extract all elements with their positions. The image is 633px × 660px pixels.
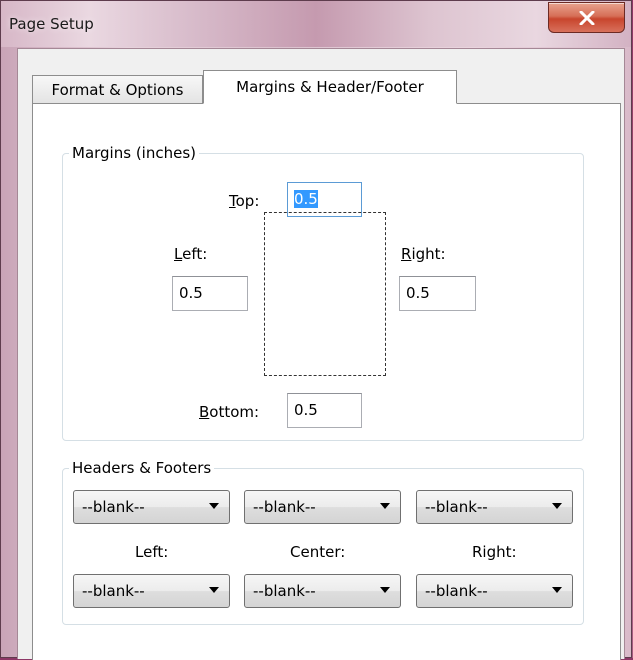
bottom-label-text: ottom: [209,403,260,421]
right-label-hotkey: R [401,245,412,263]
left-label-text: eft: [182,245,208,263]
top-label: Top: [229,192,259,210]
page-setup-dialog: Page Setup Format & Options Margins & He… [0,0,632,660]
bottom-label-hotkey: B [199,403,210,421]
chevron-down-icon [552,587,562,593]
column-label-center: Center: [290,543,346,561]
footer-center-select[interactable]: --blank-- [244,574,401,608]
chevron-down-icon [209,587,219,593]
chevron-down-icon [209,503,219,509]
left-label-hotkey: L [174,245,183,263]
margins-legend: Margins (inches) [72,144,196,162]
dialog-client-area: Format & Options Margins & Header/Footer… [17,48,625,660]
chevron-down-icon [552,503,562,509]
footer-right-value: --blank-- [425,582,488,600]
bottom-label: Bottom: [199,403,259,421]
close-button[interactable] [548,2,625,33]
right-label: Right: [401,245,446,263]
page-preview-outline [264,212,386,376]
title-bar[interactable]: Page Setup [1,1,631,47]
header-right-value: --blank-- [425,498,488,516]
top-margin-value: 0.5 [294,190,318,208]
tab-panel: Margins (inches) Top: 0.5 Left: 0.5 Righ… [32,103,621,660]
top-label-hotkey: T [229,192,236,210]
bottom-margin-input[interactable]: 0.5 [287,393,362,428]
tab-format-options[interactable]: Format & Options [32,75,203,103]
footer-left-value: --blank-- [82,582,145,600]
right-margin-value: 0.5 [406,284,430,302]
column-label-left: Left: [135,543,169,561]
headers-footers-legend: Headers & Footers [72,459,212,477]
right-label-text: ight: [411,245,446,263]
header-left-value: --blank-- [82,498,145,516]
chevron-down-icon [380,503,390,509]
window-title: Page Setup [9,15,94,33]
left-margin-input[interactable]: 0.5 [172,276,248,311]
close-x-icon [579,10,594,25]
header-left-select[interactable]: --blank-- [73,490,230,524]
left-margin-value: 0.5 [179,284,203,302]
header-center-select[interactable]: --blank-- [244,490,401,524]
top-label-text: op: [235,192,260,210]
right-margin-input[interactable]: 0.5 [399,276,476,311]
chevron-down-icon [380,587,390,593]
header-right-select[interactable]: --blank-- [416,490,573,524]
footer-right-select[interactable]: --blank-- [416,574,573,608]
footer-left-select[interactable]: --blank-- [73,574,230,608]
footer-center-value: --blank-- [253,582,316,600]
left-label: Left: [174,245,207,263]
column-label-right: Right: [472,543,517,561]
header-center-value: --blank-- [253,498,316,516]
bottom-margin-value: 0.5 [294,401,318,419]
tab-margins-header-footer[interactable]: Margins & Header/Footer [203,70,457,104]
